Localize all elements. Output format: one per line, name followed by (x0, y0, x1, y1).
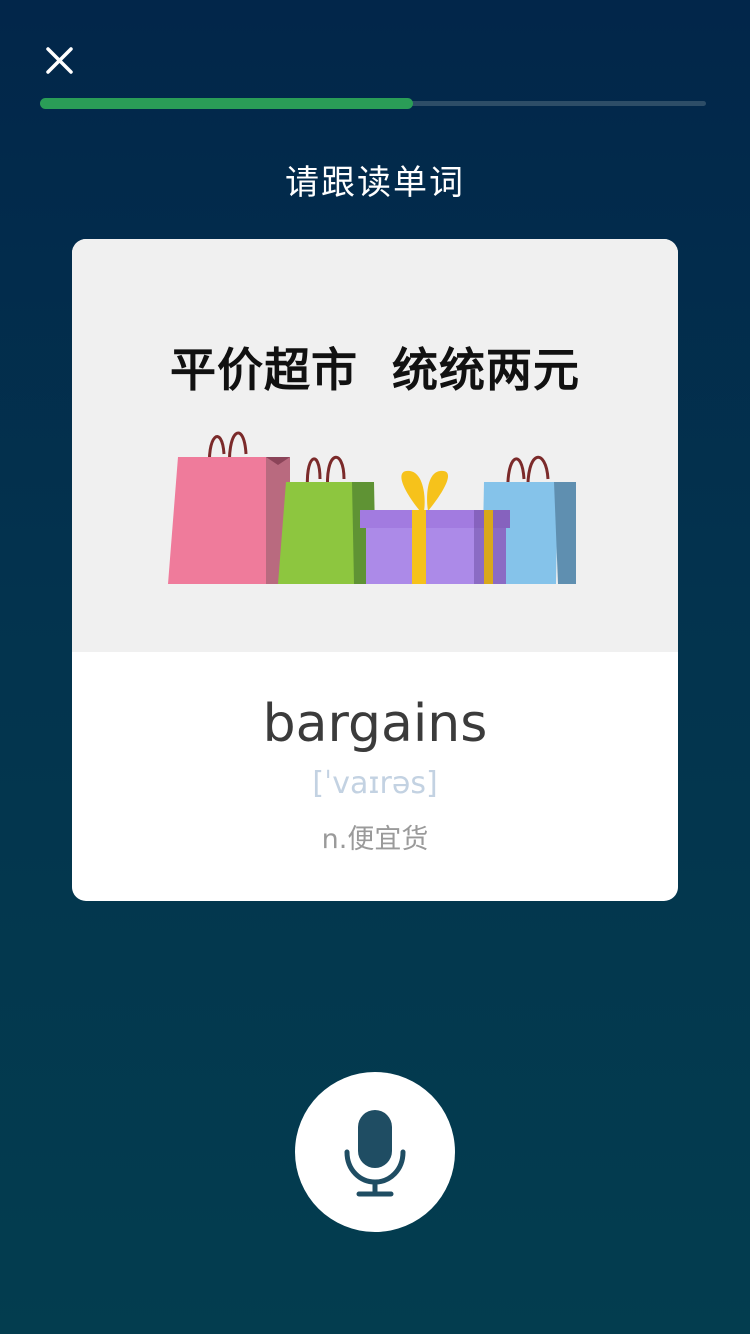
word-text: bargains (262, 694, 488, 754)
word-image: 平价超市 统统两元 (72, 239, 678, 652)
image-caption: 平价超市 统统两元 (169, 343, 581, 397)
close-button[interactable] (36, 38, 84, 86)
microphone-icon (344, 1110, 406, 1197)
instruction-text: 请跟读单词 (285, 163, 465, 203)
phonetic-text: [ˈvaɪrəs] (312, 766, 438, 801)
shopping-bags-illustration (168, 431, 576, 584)
pink-bag (168, 431, 290, 584)
progress-fill (40, 98, 413, 109)
progress-bar (40, 98, 706, 109)
close-icon (46, 47, 73, 74)
meaning-text: n.便宜货 (321, 824, 429, 855)
record-button[interactable] (295, 1072, 455, 1232)
word-card: 平价超市 统统两元 bargains [ˈvaɪrəs] n.便宜货 (72, 239, 678, 901)
